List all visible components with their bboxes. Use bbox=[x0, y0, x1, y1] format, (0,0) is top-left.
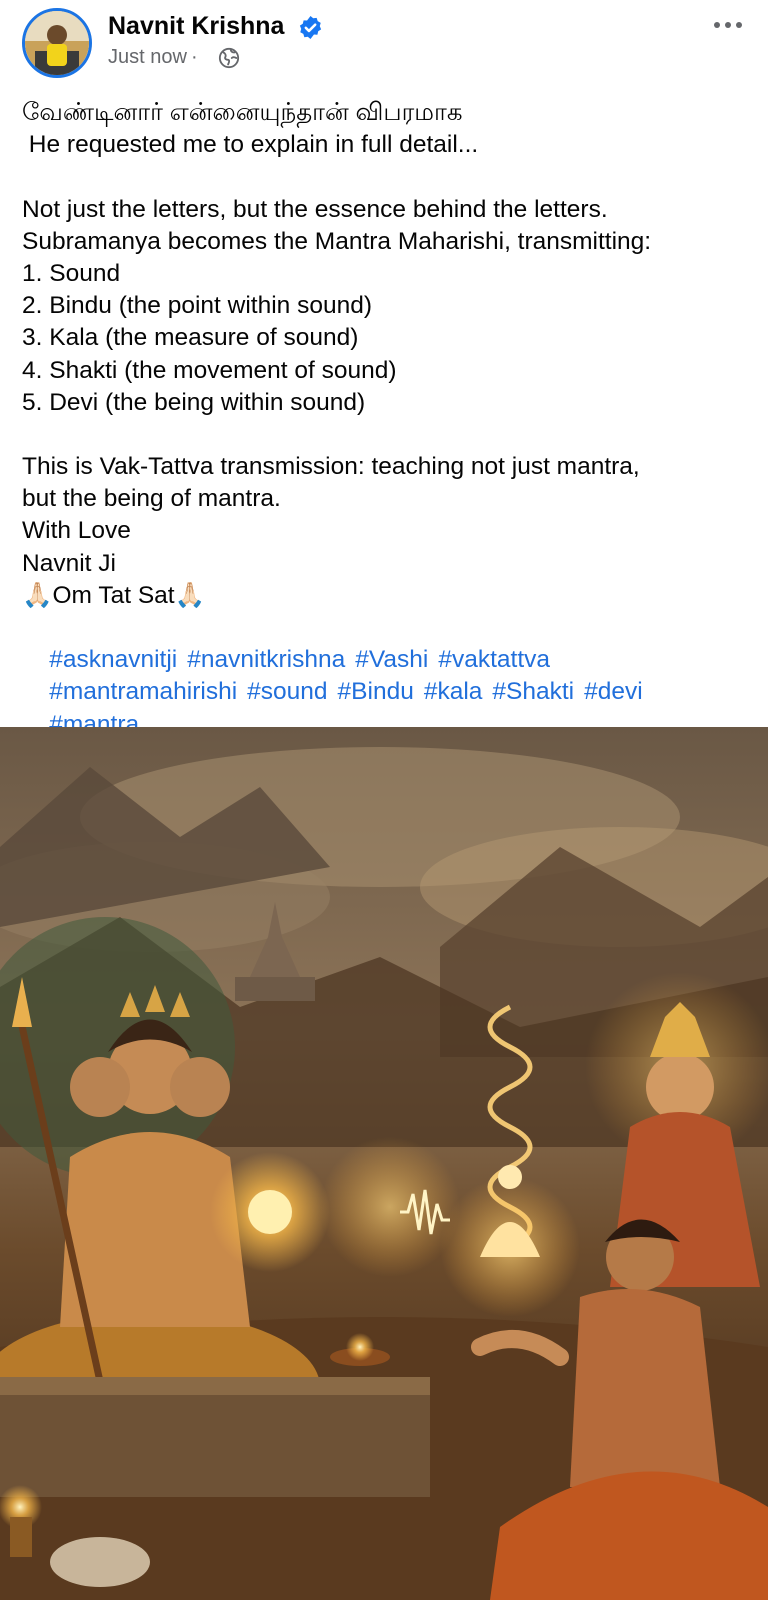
hashtag-link[interactable]: #Shakti bbox=[492, 678, 574, 705]
hashtag-link[interactable]: #Bindu bbox=[338, 678, 414, 705]
post-line: This is Vak-Tattva transmission: teachin… bbox=[22, 453, 640, 481]
avatar-image bbox=[25, 11, 89, 75]
post-text: வேண்டினார் என்னையுந்தான் விபரமாக He requ… bbox=[22, 97, 757, 738]
avatar[interactable] bbox=[22, 8, 92, 78]
post-line: 🙏🏻Om Tat Sat🙏🏻 bbox=[22, 581, 206, 609]
more-options-icon[interactable] bbox=[710, 14, 746, 36]
post-line: 5. Devi (the being within sound) bbox=[22, 388, 366, 416]
post-line: 1. Sound bbox=[22, 259, 121, 287]
post-line: With Love bbox=[22, 517, 131, 545]
post-line: 3. Kala (the measure of sound) bbox=[22, 324, 359, 352]
hashtag-link[interactable]: #asknavnitji bbox=[49, 646, 177, 673]
devotional-artwork bbox=[0, 727, 768, 1600]
hashtag-line: #asknavnitji #navnitkrishna #Vashi #vaktatt… bbox=[22, 612, 757, 673]
post-line: but the being of mantra. bbox=[22, 485, 281, 513]
hashtag-link[interactable]: #mantramahirishi bbox=[49, 678, 237, 705]
hashtag-link[interactable]: #navnitkrishna bbox=[187, 646, 345, 673]
hashtag-link[interactable]: #kala bbox=[424, 678, 483, 705]
post-line bbox=[22, 161, 757, 193]
globe-icon bbox=[218, 47, 240, 69]
post-line: He requested me to explain in full detai… bbox=[22, 131, 479, 159]
timestamp[interactable]: Just now bbox=[108, 46, 187, 68]
post-line bbox=[22, 419, 757, 451]
author-name[interactable]: Navnit Krishna bbox=[108, 12, 284, 41]
post-meta: Just now · bbox=[108, 46, 198, 68]
post-image[interactable] bbox=[0, 727, 768, 1600]
post-line: வேண்டினார் என்னையுந்தான் விபரமாக bbox=[22, 99, 463, 126]
post-line: Navnit Ji bbox=[22, 549, 116, 577]
post-line: Subramanya becomes the Mantra Maharishi,… bbox=[22, 227, 652, 255]
hashtag-link[interactable]: #vaktattva bbox=[438, 646, 550, 673]
hashtag-link[interactable]: #devi bbox=[584, 678, 643, 705]
post-line: Not just the letters, but the essence be… bbox=[22, 195, 608, 223]
post-header: Navnit Krishna Just now · bbox=[0, 0, 768, 90]
hashtag-link[interactable]: #Vashi bbox=[355, 646, 428, 673]
verified-badge-icon bbox=[299, 16, 322, 39]
post-line: 2. Bindu (the point within sound) bbox=[22, 292, 373, 320]
hashtag-link[interactable]: #sound bbox=[247, 678, 327, 705]
post-line: 4. Shakti (the movement of sound) bbox=[22, 356, 397, 384]
